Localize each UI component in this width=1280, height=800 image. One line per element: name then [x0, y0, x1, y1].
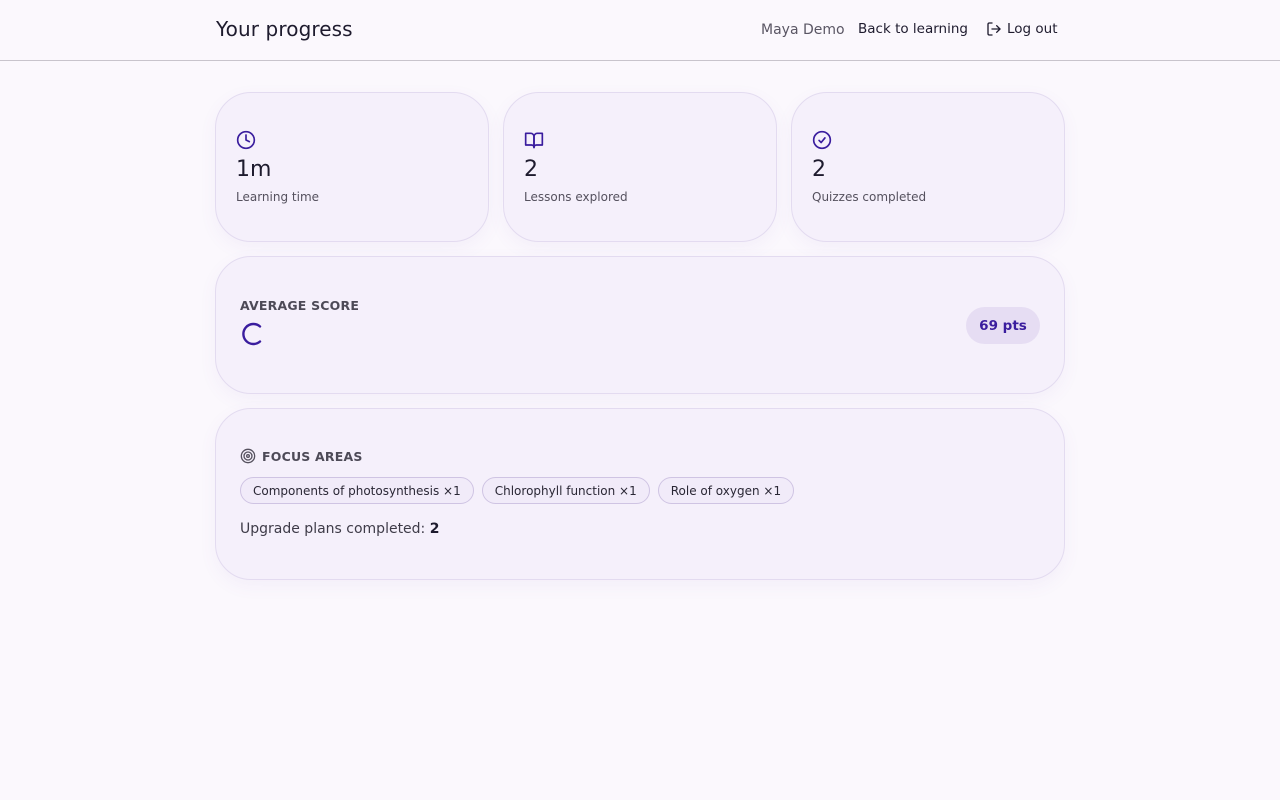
stat-value: 1m: [236, 157, 272, 182]
logout-icon: [987, 22, 1001, 36]
stat-value: 2: [524, 157, 538, 182]
focus-chip-list: Components of photosynthesis ×1 Chloroph…: [240, 477, 795, 504]
user-name: Maya Demo: [761, 22, 845, 38]
stat-value: 2: [812, 157, 826, 182]
stat-card-learning-time: 1m Learning time: [215, 92, 489, 242]
logout-label: Log out: [1007, 21, 1058, 37]
points-badge: 69 pts: [966, 307, 1040, 344]
stat-card-quizzes-completed: 2 Quizzes completed: [791, 92, 1065, 242]
focus-areas-header: FOCUS AREAS: [240, 448, 363, 464]
loading-spinner-icon: [242, 322, 262, 346]
focus-chip: Chlorophyll function ×1: [481, 477, 650, 504]
top-bar: Your progress Maya Demo Back to learning…: [0, 0, 1280, 61]
clock-icon: [236, 130, 256, 150]
upgrade-plans-line: Upgrade plans completed: 2: [240, 521, 439, 537]
target-icon: [240, 448, 256, 464]
focus-chip: Role of oxygen ×1: [657, 477, 795, 504]
book-open-icon: [524, 132, 544, 149]
stat-label: Learning time: [236, 190, 320, 204]
logout-button[interactable]: Log out: [986, 21, 1058, 37]
stat-card-lessons-explored: 2 Lessons explored: [503, 92, 777, 242]
back-to-learning-link[interactable]: Back to learning: [858, 21, 968, 37]
average-score-label: AVERAGE SCORE: [240, 298, 360, 313]
upgrade-plans-count: 2: [429, 521, 440, 537]
average-score-card: AVERAGE SCORE 69 pts: [215, 256, 1065, 394]
stat-label: Lessons explored: [524, 190, 628, 204]
check-circle-icon: [812, 130, 832, 150]
upgrade-plans-label: Upgrade plans completed:: [240, 521, 426, 537]
focus-chip: Components of photosynthesis ×1: [240, 477, 474, 504]
stat-label: Quizzes completed: [812, 190, 927, 204]
focus-areas-label: FOCUS AREAS: [262, 448, 363, 464]
page-title: Your progress: [216, 17, 353, 41]
focus-areas-card: FOCUS AREAS Components of photosynthesis…: [215, 408, 1065, 580]
